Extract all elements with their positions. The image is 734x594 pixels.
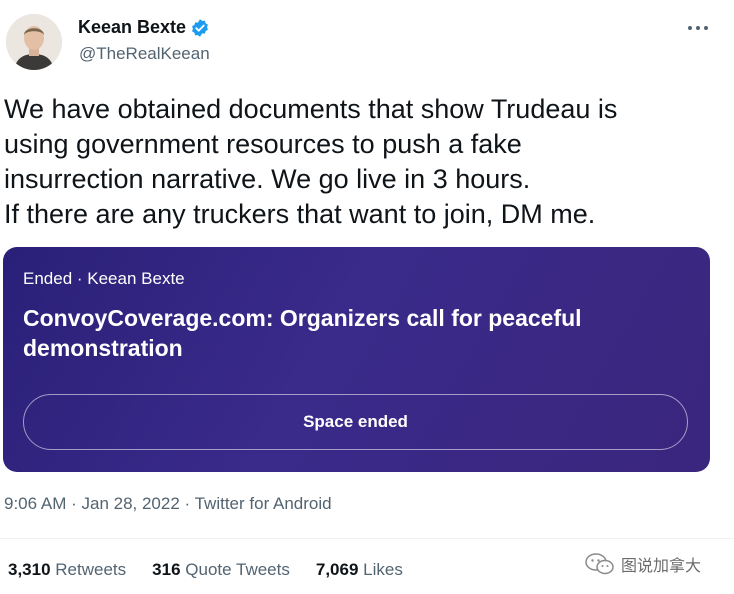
space-card[interactable]: Ended · Keean Bexte ConvoyCoverage.com: … (3, 247, 710, 472)
watermark: 图说加拿大 (585, 552, 701, 576)
more-options-icon[interactable] (686, 18, 710, 38)
wechat-icon (585, 553, 614, 575)
likes-label: Likes (363, 560, 403, 579)
tweet-meta: 9:06 AM · Jan 28, 2022 · Twitter for And… (4, 494, 332, 514)
quote-tweets-count: 316 (152, 560, 181, 579)
quote-tweets-label: Quote Tweets (185, 560, 290, 579)
retweets-stat[interactable]: 3,310 Retweets (8, 560, 126, 580)
retweets-count: 3,310 (8, 560, 51, 579)
user-handle[interactable]: @TheRealKeean (79, 44, 210, 64)
space-status: Ended · Keean Bexte (23, 269, 185, 288)
meta-separator: · (66, 494, 82, 513)
tweet-time[interactable]: 9:06 AM (4, 494, 66, 513)
user-name[interactable]: Keean Bexte (78, 17, 210, 38)
avatar-image (6, 14, 62, 70)
avatar[interactable] (6, 14, 62, 70)
retweets-label: Retweets (55, 560, 127, 579)
watermark-text: 图说加拿大 (621, 558, 702, 575)
meta-separator: · (179, 494, 195, 513)
likes-count: 7,069 (315, 560, 359, 579)
likes-stat[interactable]: 7,069 Likes (316, 560, 403, 580)
space-ended-button[interactable]: Space ended (23, 394, 688, 450)
divider (0, 538, 734, 539)
tweet-stats: 3,310 Retweets 316 Quote Tweets 7,069 Li… (8, 560, 403, 580)
space-title: ConvoyCoverage.com: Organizers call for … (23, 305, 582, 361)
verified-badge-icon (192, 18, 208, 37)
quote-tweets-stat[interactable]: 316 Quote Tweets (152, 560, 290, 580)
tweet-text: We have obtained documents that show Tru… (4, 94, 618, 229)
tweet-source[interactable]: Twitter for Android (195, 494, 332, 513)
tweet-date[interactable]: Jan 28, 2022 (81, 494, 179, 513)
display-name[interactable]: Keean Bexte (78, 17, 186, 38)
